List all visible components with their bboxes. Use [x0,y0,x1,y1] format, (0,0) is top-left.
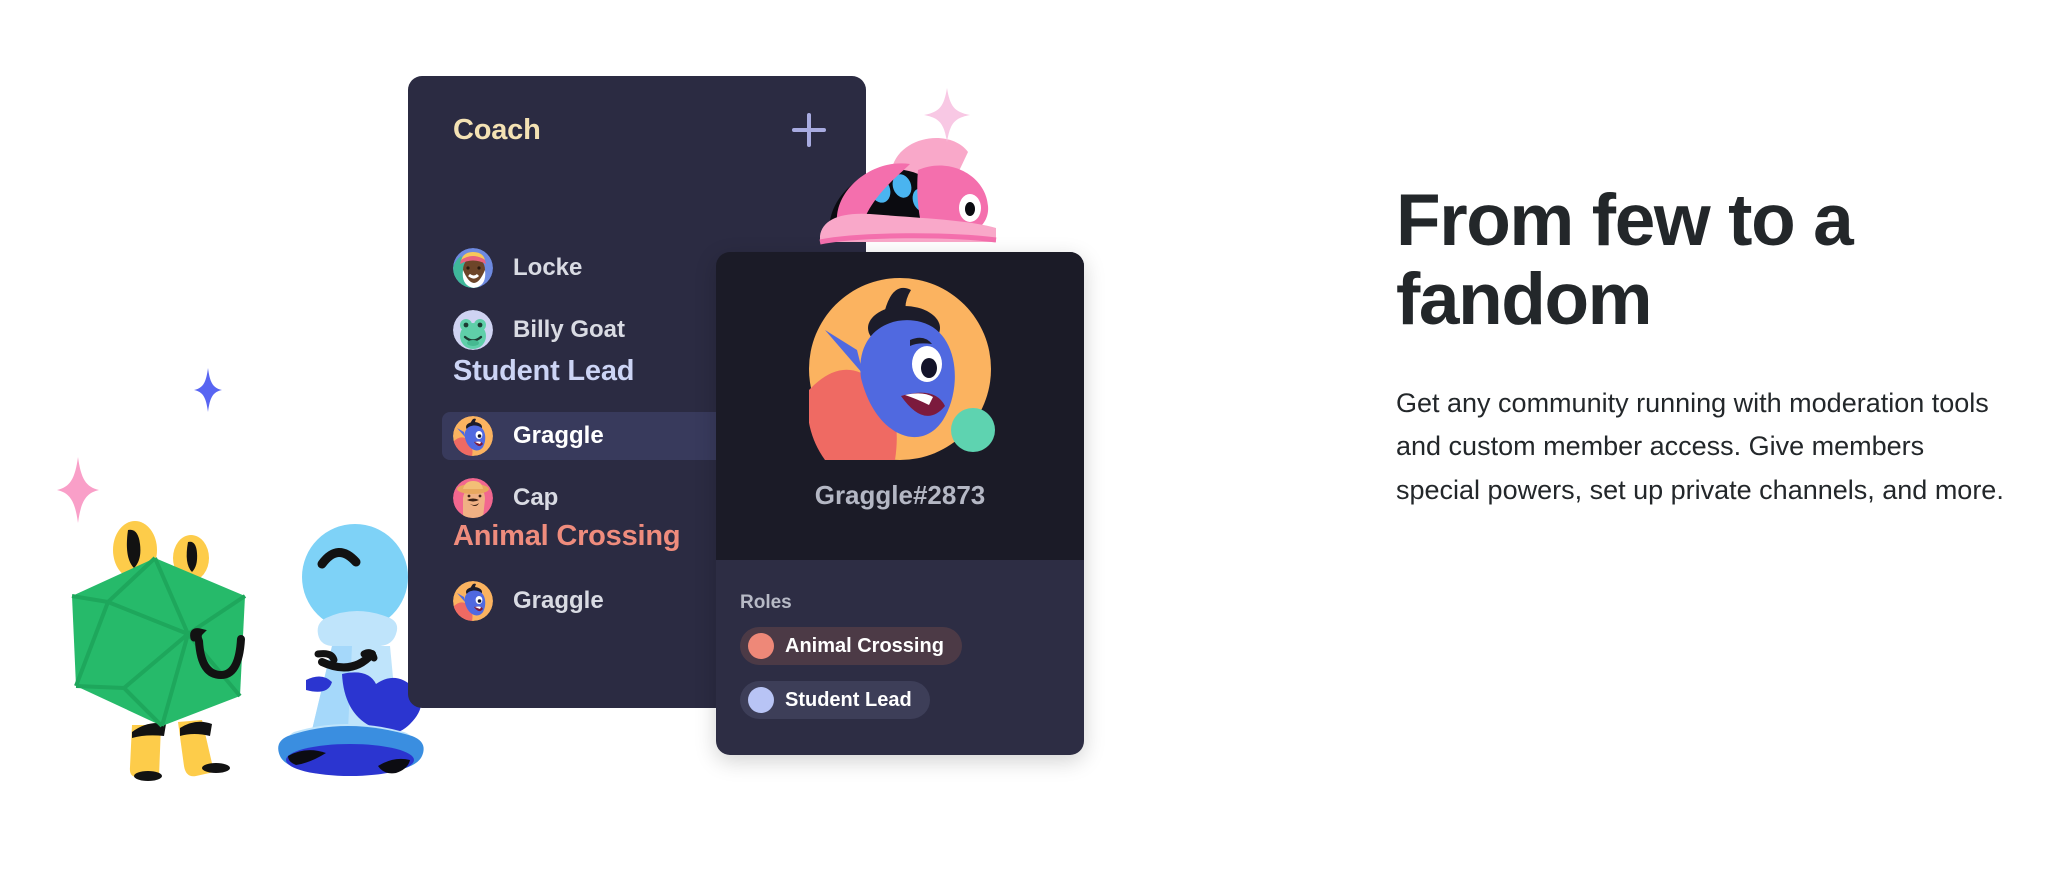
roles-label: Roles [740,592,792,613]
page-description: Get any community running with moderatio… [1396,387,2004,506]
role-label: Animal Crossing [785,634,944,657]
role-color-dot [748,687,774,713]
hero-copy: From few to a fandom Get any community r… [1396,180,2036,513]
genie-avatar-large [807,278,995,460]
group-header-animal-crossing: Animal Crossing [453,520,681,552]
role-color-dot [748,633,774,659]
member-name: Cap [513,484,559,511]
frog-avatar [453,310,493,350]
role-pill-animal-crossing[interactable]: Animal Crossing [740,627,962,665]
online-status-indicator [951,408,995,452]
role-label: Student Lead [785,688,912,711]
role-pill-student-lead[interactable]: Student Lead [740,681,930,719]
genie-avatar [453,416,493,456]
profile-card-header: Graggle#2873 [716,252,1084,560]
plus-icon[interactable] [792,113,826,147]
profile-username-tag: Graggle#2873 [814,480,986,510]
green-d20-character [71,521,247,781]
blue-sparkle [194,368,222,412]
santa-avatar [453,248,493,288]
genie-avatar [453,581,493,621]
member-name: Graggle [513,422,604,449]
page-title: From few to a fandom [1396,180,1854,340]
group-header-coach: Coach [453,113,541,146]
user-profile-card: Graggle#2873 Roles Animal Crossing Stude… [716,252,1084,755]
member-name: Graggle [513,587,604,614]
hero-section: Coach Locke Billy Goat Student Lead Grag… [0,0,2048,876]
pink-sparkle [57,457,99,523]
cowboy-avatar [453,478,493,518]
pink-sparkle-top [924,88,970,142]
group-header-student-lead: Student Lead [453,355,635,387]
member-name: Locke [513,254,583,281]
member-list-header: Coach [453,113,826,147]
member-name: Billy Goat [513,316,626,343]
